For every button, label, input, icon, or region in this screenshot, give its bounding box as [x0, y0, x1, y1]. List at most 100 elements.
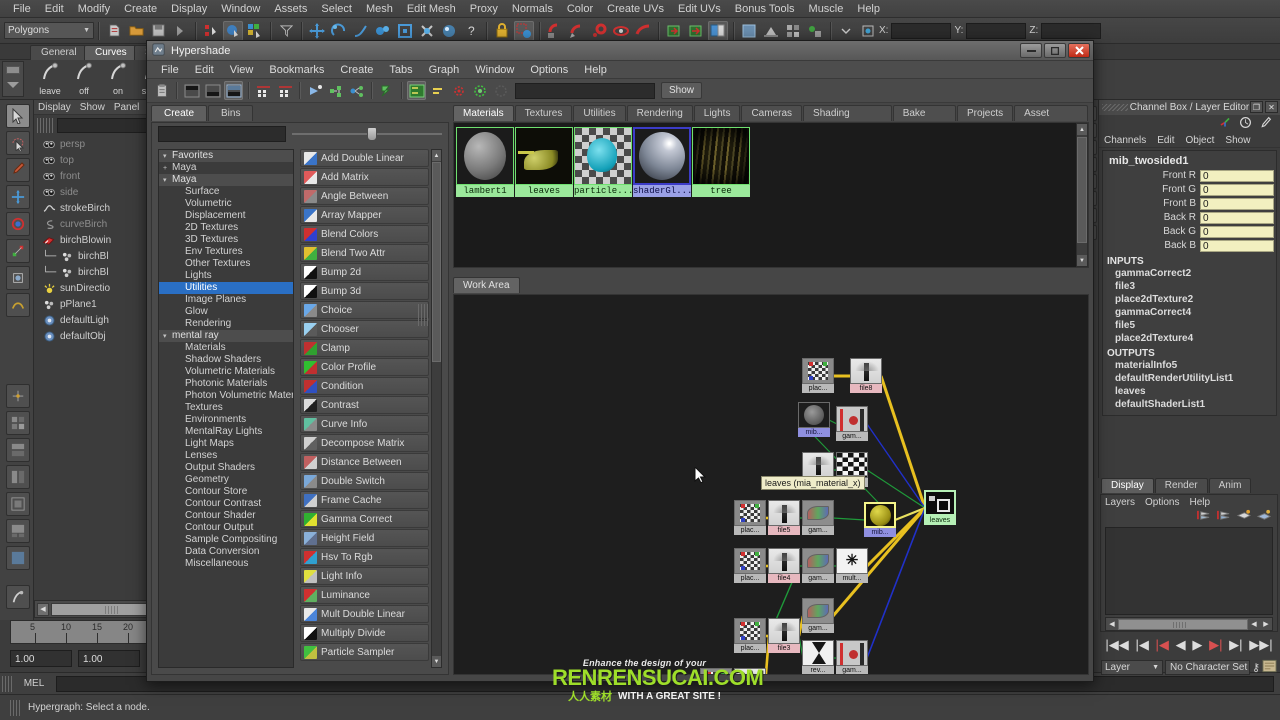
layout-split-icon[interactable]	[224, 81, 243, 100]
create-node-clamp[interactable]: Clamp	[300, 339, 429, 357]
quick-layout-1-button[interactable]	[6, 411, 30, 435]
graph-node-gam-c[interactable]: gam...	[802, 500, 834, 535]
select-by-hierarchy-icon[interactable]	[201, 21, 221, 41]
create-tree-item[interactable]: Miscellaneous	[159, 558, 293, 570]
graph-node-file4[interactable]: file4	[768, 548, 800, 583]
soft-mod-tool-button[interactable]	[6, 293, 30, 317]
create-node-add-matrix[interactable]: Add Matrix	[300, 168, 429, 186]
snap-curve-icon[interactable]	[395, 21, 415, 41]
browser-tab-shading-groups[interactable]: Shading Groups	[803, 105, 892, 134]
hypershade-search-input[interactable]	[515, 82, 655, 99]
browser-tab-asset-nodes[interactable]: Asset Nodes	[1014, 105, 1088, 134]
graph-materials-icon[interactable]	[326, 81, 345, 100]
create-node-frame-cache[interactable]: Frame Cache	[300, 491, 429, 509]
key-icon[interactable]: ⚷	[1252, 661, 1260, 674]
graph-node-gamma-a[interactable]: gam...	[836, 406, 868, 441]
channel-output-item[interactable]: defaultRenderUtilityList1	[1105, 372, 1274, 385]
create-tree-item[interactable]: Textures	[159, 402, 293, 414]
menu-bonus-tools[interactable]: Bonus Tools	[728, 2, 802, 16]
create-node-chooser[interactable]: Chooser	[300, 320, 429, 338]
select-tool-button[interactable]	[6, 104, 30, 128]
channel-output-item[interactable]: leaves	[1105, 385, 1274, 398]
create-node-curve-info[interactable]: Curve Info	[300, 415, 429, 433]
create-node-color-profile[interactable]: Color Profile	[300, 358, 429, 376]
create-node-double-switch[interactable]: Double Switch	[300, 472, 429, 490]
layer-tab-render[interactable]: Render	[1154, 478, 1208, 493]
create-tree-item[interactable]: ▾ mental ray	[159, 330, 293, 342]
menu-create-uvs[interactable]: Create UVs	[600, 2, 671, 16]
shelf-button-on[interactable]: on	[100, 62, 136, 98]
playback-button-5[interactable]: ▶|	[1209, 637, 1222, 653]
create-node-blend-colors[interactable]: Blend Colors	[300, 225, 429, 243]
channel-input-item[interactable]: place2dTexture4	[1105, 332, 1274, 345]
create-tree-item[interactable]: Contour Output	[159, 522, 293, 534]
eyedropper-icon[interactable]	[1259, 116, 1272, 132]
material-swatch[interactable]: particle...	[574, 127, 632, 197]
quick-layout-6-button[interactable]	[6, 546, 30, 570]
clock-icon[interactable]	[1239, 116, 1252, 132]
hs-menu-edit[interactable]: Edit	[187, 63, 222, 77]
layer-list-hscrollbar[interactable]: ◀ ◀ ▶	[1105, 617, 1273, 631]
create-node-bump-2d[interactable]: Bump 2d	[300, 263, 429, 281]
channel-attribute-value[interactable]: 0	[1200, 197, 1274, 210]
scroll-up-icon[interactable]: ▲	[432, 150, 441, 161]
channel-input-item[interactable]: gammaCorrect4	[1105, 306, 1274, 319]
playback-button-7[interactable]: ▶▶|	[1249, 637, 1272, 653]
create-tree-item[interactable]: ▾ Favorites	[159, 150, 293, 162]
range-start-field[interactable]: 1.00	[10, 650, 72, 667]
create-node-luminance[interactable]: Luminance	[300, 586, 429, 604]
layer-membership-icon[interactable]	[1236, 509, 1252, 525]
layer-options-icon[interactable]	[1256, 509, 1272, 525]
rearrange-graph-icon[interactable]	[377, 81, 396, 100]
create-tree-item[interactable]: Contour Contrast	[159, 498, 293, 510]
outliner-menu-display[interactable]: Display	[38, 102, 71, 113]
channel-box-close-button[interactable]: ✕	[1265, 101, 1278, 113]
paint-select-tool-button[interactable]	[6, 158, 30, 182]
render-settings-icon[interactable]	[589, 21, 609, 41]
graph-node-mult[interactable]: ✳ mult...	[836, 548, 868, 583]
auto-key-icon[interactable]	[1262, 659, 1277, 676]
channel-menu-show[interactable]: Show	[1225, 135, 1250, 146]
create-tree-item[interactable]: MentalRay Lights	[159, 426, 293, 438]
scale-tool-button[interactable]	[6, 239, 30, 263]
layout-single-icon[interactable]	[739, 21, 759, 41]
show-button[interactable]: Show	[661, 82, 703, 99]
panel-drag-handle-icon[interactable]	[1102, 104, 1128, 111]
graph-node-file3[interactable]: file3	[768, 618, 800, 653]
create-tree-item[interactable]: Lenses	[159, 450, 293, 462]
browser-tab-lights[interactable]: Lights	[693, 105, 741, 121]
hs-menu-bookmarks[interactable]: Bookmarks	[261, 63, 332, 77]
menu-set-selector[interactable]: Polygons ▼	[4, 22, 94, 39]
scroll-down-icon[interactable]: ▼	[432, 656, 441, 667]
hs-menu-help[interactable]: Help	[576, 63, 615, 77]
graph-network-icon[interactable]	[347, 81, 366, 100]
select-by-component-icon[interactable]	[245, 21, 265, 41]
layer-tab-display[interactable]: Display	[1101, 478, 1154, 493]
create-node-contrast[interactable]: Contrast	[300, 396, 429, 414]
menu-normals[interactable]: Normals	[505, 2, 560, 16]
node-list-grip-icon[interactable]	[418, 304, 428, 326]
hypershade-render-icon[interactable]	[611, 21, 631, 41]
create-tree-item[interactable]: Utilities	[159, 282, 293, 294]
lock-icon[interactable]	[492, 21, 512, 41]
hs-menu-window[interactable]: Window	[467, 63, 522, 77]
create-tree-item[interactable]: Contour Shader	[159, 510, 293, 522]
playback-button-6[interactable]: ▶|	[1229, 637, 1242, 653]
material-swatch[interactable]: lambert1	[456, 127, 514, 197]
channel-output-item[interactable]: defaultShaderList1	[1105, 398, 1274, 411]
create-node-array-mapper[interactable]: Array Mapper	[300, 206, 429, 224]
layer-tab-anim[interactable]: Anim	[1208, 478, 1252, 493]
menu-edit-mesh[interactable]: Edit Mesh	[400, 2, 463, 16]
ipr-render-icon[interactable]	[567, 21, 587, 41]
render-swatch-icon[interactable]	[449, 81, 468, 100]
layout-top-only-icon[interactable]	[182, 81, 201, 100]
create-new-layer-icon[interactable]	[1196, 509, 1211, 525]
layer-selector[interactable]: Layer ▼	[1101, 659, 1163, 675]
menu-proxy[interactable]: Proxy	[463, 2, 505, 16]
tab-work-area[interactable]: Work Area	[453, 277, 520, 293]
create-tree-item[interactable]: Shadow Shaders	[159, 354, 293, 366]
hypershade-close-button[interactable]	[1068, 43, 1090, 58]
layer-menu-help[interactable]: Help	[1189, 497, 1210, 508]
shelf-button-off[interactable]: off	[66, 62, 102, 98]
show-manip-tool-button[interactable]	[6, 384, 30, 408]
